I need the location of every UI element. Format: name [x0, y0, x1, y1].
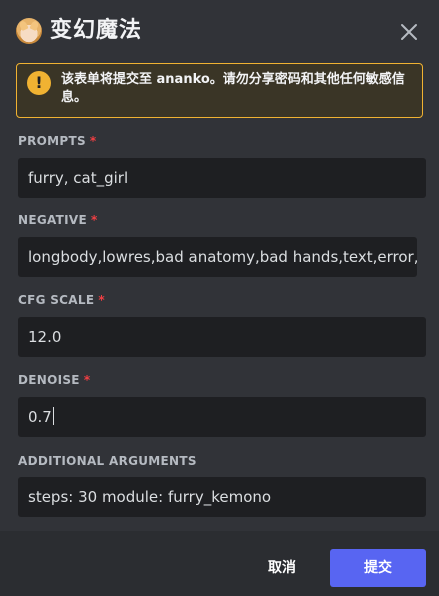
- denoise-label-text: DENOISE: [18, 373, 80, 387]
- close-icon: [401, 24, 417, 40]
- negative-input[interactable]: longbody,lowres,bad anatomy,bad hands,te…: [18, 237, 417, 277]
- prompts-label: PROMPTS *: [18, 134, 96, 148]
- required-marker: *: [83, 373, 91, 387]
- form-modal: 变幻魔法 ! 该表单将提交至 ananko。请勿分享密码和其他任何敏感信息。 P…: [0, 0, 439, 596]
- modal-footer: 取消 提交: [0, 532, 439, 596]
- warning-icon: !: [27, 71, 51, 95]
- text-cursor: [52, 407, 54, 425]
- negative-label-text: NEGATIVE: [18, 213, 87, 227]
- cfg-scale-label-text: CFG SCALE: [18, 293, 95, 307]
- prompts-label-text: PROMPTS: [18, 134, 86, 148]
- denoise-label: DENOISE *: [18, 373, 90, 387]
- cfg-scale-input[interactable]: 12.0: [18, 317, 426, 357]
- negative-label: NEGATIVE *: [18, 213, 98, 227]
- cancel-button[interactable]: 取消: [252, 549, 312, 587]
- cfg-scale-label: CFG SCALE *: [18, 293, 105, 307]
- denoise-input[interactable]: 0.7: [18, 397, 426, 437]
- required-marker: *: [89, 134, 97, 148]
- warning-notice: ! 该表单将提交至 ananko。请勿分享密码和其他任何敏感信息。: [16, 63, 423, 118]
- prompts-value: furry, cat_girl: [28, 169, 129, 187]
- app-avatar: [16, 18, 42, 44]
- additional-arguments-label-text: ADDITIONAL ARGUMENTS: [18, 454, 197, 468]
- negative-value: longbody,lowres,bad anatomy,bad hands,te…: [28, 248, 417, 266]
- cfg-scale-value: 12.0: [28, 328, 62, 346]
- submit-button[interactable]: 提交: [330, 549, 426, 587]
- additional-arguments-value: steps: 30 module: furry_kemono: [28, 488, 272, 506]
- warning-text: 该表单将提交至 ananko。请勿分享密码和其他任何敏感信息。: [61, 72, 405, 105]
- additional-arguments-label: ADDITIONAL ARGUMENTS: [18, 454, 197, 468]
- required-marker: *: [98, 293, 105, 307]
- denoise-value: 0.7: [28, 408, 52, 426]
- modal-header: 变幻魔法: [0, 0, 439, 64]
- required-marker: *: [90, 213, 98, 227]
- additional-arguments-input[interactable]: steps: 30 module: furry_kemono: [18, 477, 426, 517]
- close-button[interactable]: [397, 20, 421, 44]
- modal-title: 变幻魔法: [50, 18, 143, 43]
- prompts-input[interactable]: furry, cat_girl: [18, 158, 426, 198]
